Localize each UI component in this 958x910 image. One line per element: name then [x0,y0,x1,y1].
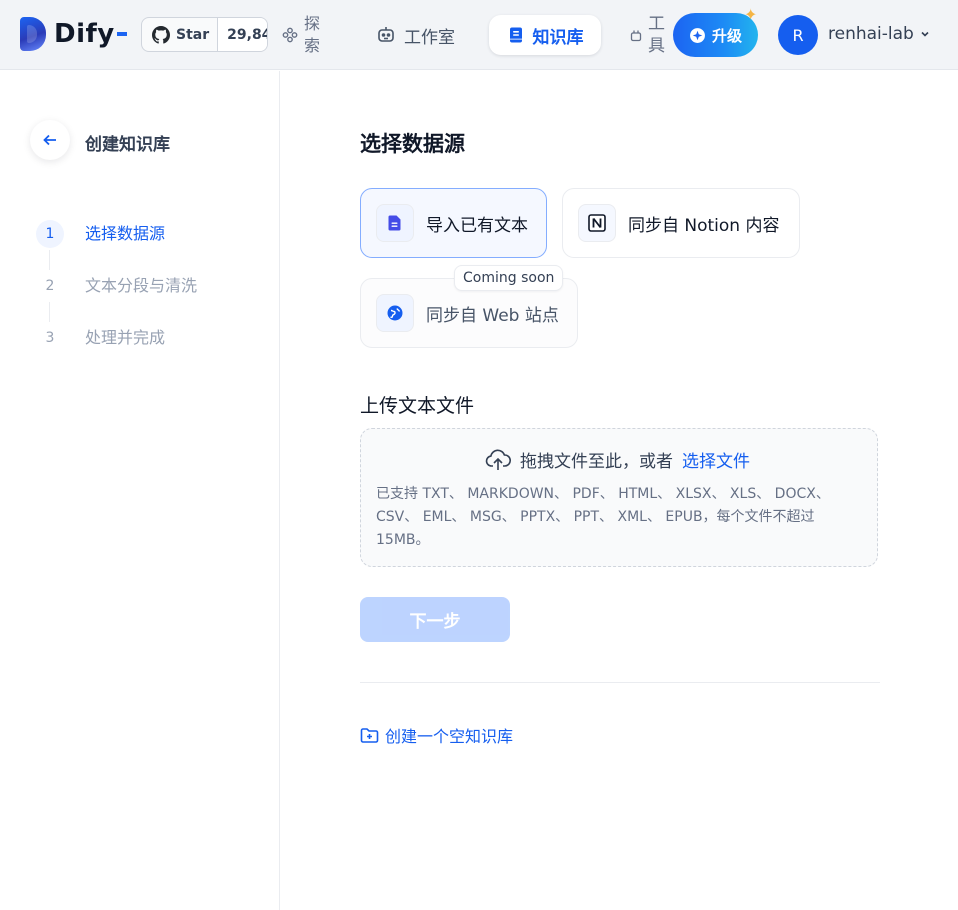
step-number: 2 [45,278,55,294]
star-count[interactable]: 29,84 [218,18,267,51]
sparkle-decoration-icon: ✦ [744,5,758,24]
select-file-link[interactable]: 选择文件 [682,447,750,472]
supported-formats-tip: 已支持 TXT、 MARKDOWN、 PDF、 HTML、 XLSX、 XLS、… [376,486,830,548]
back-button[interactable] [30,120,70,160]
step-label: 选择数据源 [85,224,166,243]
step-number: 3 [45,330,55,346]
source-option-notion[interactable]: 同步自 Notion 内容 [562,188,800,258]
arrow-left-icon [43,134,56,146]
nav-explore-label: 探索 [304,14,321,55]
sidebar-title: 创建知识库 [85,135,170,155]
nav-studio[interactable]: 工作室 [362,17,469,53]
page-title: 选择数据源 [360,132,465,156]
source-option-file[interactable]: 导入已有文本 [360,188,547,258]
nav-datasets-label: 知识库 [532,27,584,48]
create-empty-dataset-label: 创建一个空知识库 [385,727,514,746]
dify-logo[interactable]: Dify [20,16,127,52]
github-star-widget[interactable]: Star 29,84 [141,17,268,52]
top-navbar: Dify Star 29,84 探索 工作室 知识库 [0,0,958,70]
studio-robot-icon [378,27,394,42]
step-item-process-finish: 3 处理并完成 [36,324,197,376]
source-option-web-label: 同步自 Web 站点 [426,305,559,326]
source-option-file-label: 导入已有文本 [426,215,528,236]
drop-zone-prompt: 拖拽文件至此，或者 选择文件 [485,447,750,472]
source-option-notion-label: 同步自 Notion 内容 [628,215,780,236]
step-list: 1 选择数据源 2 文本分段与清洗 3 处理并完成 [36,220,197,376]
nav-tools[interactable]: 工具 [630,12,674,58]
create-empty-dataset-link[interactable]: 创建一个空知识库 [360,723,513,747]
nav-studio-label: 工作室 [404,27,455,48]
step-number: 1 [36,220,64,248]
user-name: renhai-lab [828,24,914,44]
file-text-icon [376,204,414,242]
explore-icon [282,27,298,43]
step-item-segment-clean: 2 文本分段与清洗 [36,272,197,324]
next-step-button[interactable]: 下一步 [360,597,510,642]
step-label: 文本分段与清洗 [85,276,198,295]
book-icon [509,27,522,43]
folder-plus-icon [360,727,379,743]
user-menu[interactable]: renhai-lab [828,24,930,44]
user-avatar[interactable]: R [778,15,818,55]
dify-logo-icon [20,17,46,51]
upgrade-sparkle-icon [690,27,705,43]
step-connector [49,302,50,322]
create-dataset-sidebar: 创建知识库 1 选择数据源 2 文本分段与清洗 3 处理并完成 [0,71,280,910]
nav-explore[interactable]: 探索 [282,12,332,58]
nav-datasets[interactable]: 知识库 [489,15,601,55]
github-star-button[interactable]: Star [142,18,219,51]
github-icon [152,25,170,44]
chevron-down-icon [921,31,929,37]
globe-icon [376,294,414,332]
upgrade-label: 升级 [711,26,742,45]
notion-icon [578,204,616,242]
logo-cursor-mark [116,32,127,36]
drop-zone-text: 拖拽文件至此，或者 [520,452,673,472]
star-label: Star [176,26,210,43]
coming-soon-tooltip: Coming soon [454,265,564,291]
nav-tools-label: 工具 [648,14,665,56]
cloud-upload-icon [485,449,511,470]
file-drop-zone[interactable]: 拖拽文件至此，或者 选择文件 已支持 TXT、 MARKDOWN、 PDF、 H… [360,428,878,567]
step-connector [49,250,50,270]
tools-icon [630,30,642,42]
step-item-select-source: 1 选择数据源 [36,220,197,272]
step-label: 处理并完成 [85,328,166,347]
brand-name: Dify [54,19,115,49]
